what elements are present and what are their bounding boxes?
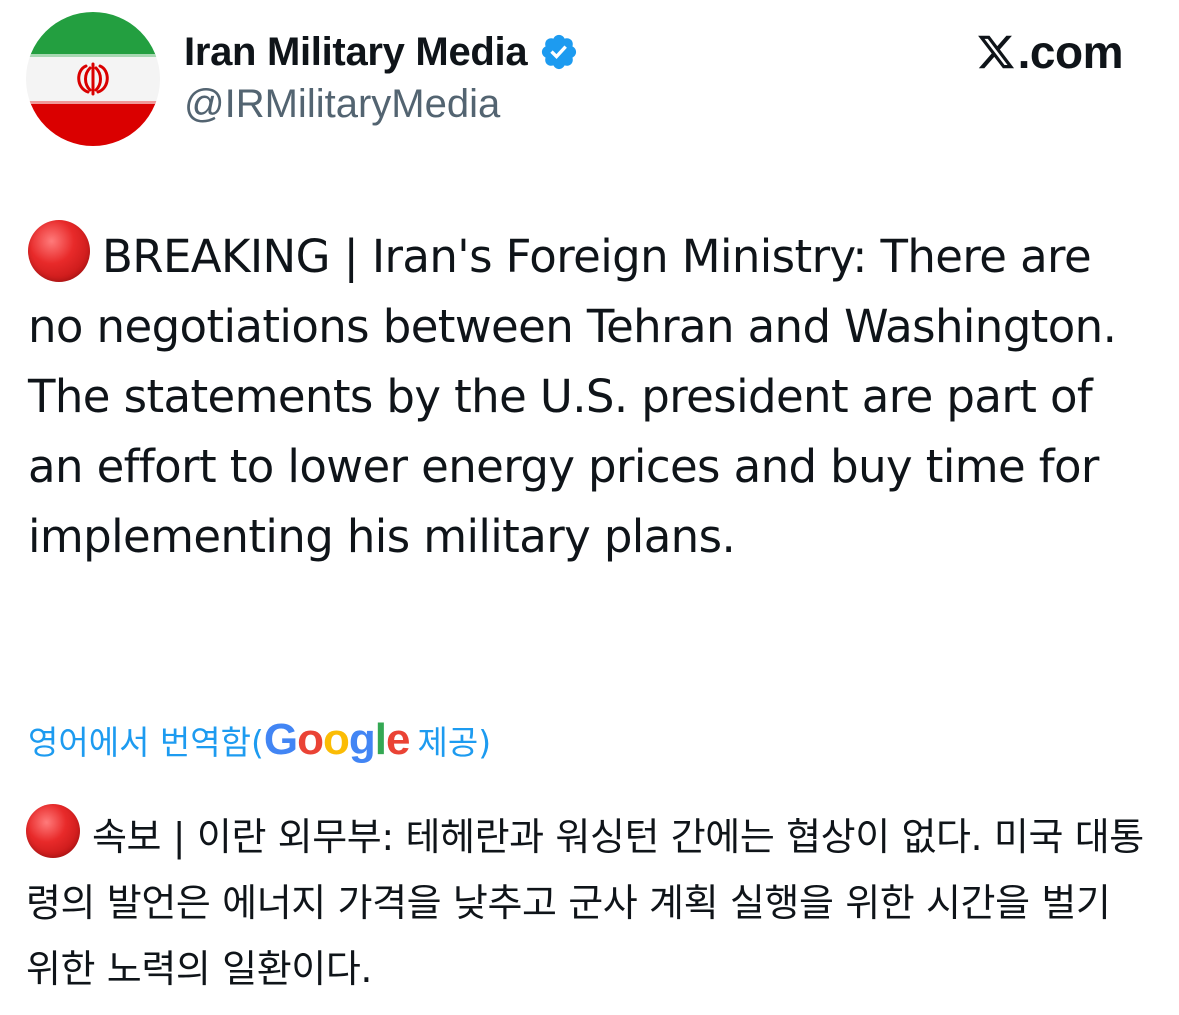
translation-suffix: 제공) bbox=[417, 723, 492, 762]
author-display-name[interactable]: Iran Military Media bbox=[184, 30, 528, 75]
author-avatar[interactable] bbox=[26, 12, 160, 146]
google-letter-1: G bbox=[263, 715, 298, 764]
x-logo-icon bbox=[977, 35, 1014, 69]
translation-prefix: 영어에서 번역함( bbox=[28, 723, 264, 762]
verified-badge-icon bbox=[542, 34, 577, 70]
tweet-text: BREAKING | Iran's Foreign Ministry: Ther… bbox=[28, 230, 1117, 563]
site-label: .com bbox=[976, 24, 1124, 80]
site-label-text: .com bbox=[1017, 26, 1124, 78]
google-letter-3: o bbox=[323, 715, 350, 764]
author-name-row: Iran Military Media bbox=[184, 28, 579, 76]
tweet-card: Iran Military Media @IRMilitaryMedia .co… bbox=[0, 0, 1179, 1015]
google-logo: Google bbox=[263, 715, 411, 765]
google-letter-2: o bbox=[297, 715, 324, 764]
translation-attribution[interactable]: 영어에서 번역함( Google 제공) bbox=[28, 712, 491, 768]
google-letter-5: l bbox=[374, 715, 387, 764]
author-handle[interactable]: @IRMilitaryMedia bbox=[184, 82, 500, 127]
translated-body: 속보 | 이란 외무부: 테헤란과 워싱턴 간에는 협상이 없다. 미국 대통령… bbox=[26, 804, 1151, 1002]
google-letter-6: e bbox=[386, 715, 411, 764]
iran-flag-icon bbox=[26, 12, 160, 146]
tweet-body: BREAKING | Iran's Foreign Ministry: Ther… bbox=[28, 220, 1153, 572]
red-circle-emoji-icon bbox=[26, 804, 80, 858]
google-letter-4: g bbox=[348, 715, 376, 764]
red-circle-emoji-icon bbox=[28, 220, 90, 282]
translated-text: 속보 | 이란 외무부: 테헤란과 워싱턴 간에는 협상이 없다. 미국 대통령… bbox=[26, 815, 1144, 991]
